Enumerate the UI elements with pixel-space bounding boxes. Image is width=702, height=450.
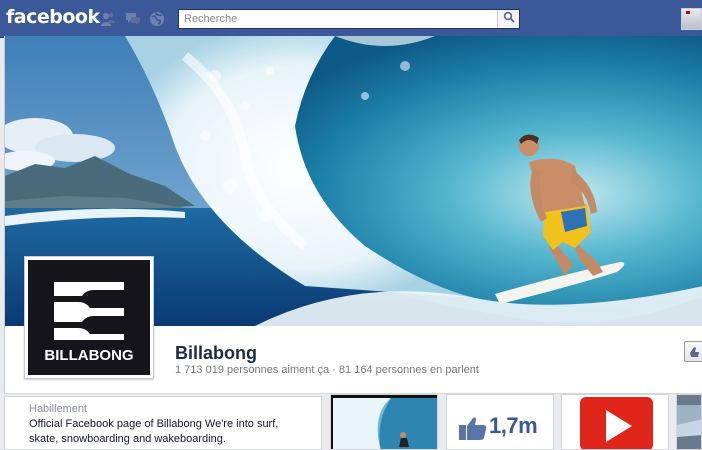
videos-tile[interactable] (561, 394, 669, 450)
likes-count: 1,7m (489, 413, 538, 438)
messages-icon[interactable] (125, 11, 141, 27)
search-box (178, 9, 520, 29)
likes-stat[interactable]: 1 713 019 personnes aiment ça (175, 364, 329, 376)
talking-about-stat[interactable]: 81 164 personnes en parlent (339, 364, 479, 376)
search-icon (503, 10, 515, 28)
page-description: Official Facebook page of Billabong We'r… (29, 418, 279, 445)
stat-separator: · (332, 364, 336, 376)
like-page-button[interactable] (684, 341, 702, 362)
more-apps-tile[interactable] (676, 394, 702, 450)
page-category[interactable]: Habillement (29, 402, 297, 416)
likes-tile[interactable]: 1,7m (446, 394, 554, 450)
facebook-logo[interactable]: facebook (6, 6, 100, 28)
profile-picture[interactable]: BILLABONG (24, 256, 154, 379)
search-input[interactable] (179, 10, 497, 28)
billabong-logo-image: BILLABONG (28, 260, 150, 375)
profile-logo-text: BILLABONG (44, 347, 133, 364)
friend-requests-icon[interactable] (100, 11, 116, 27)
page-stats: 1 713 019 personnes aiment ça · 81 164 p… (175, 364, 479, 376)
page-title[interactable]: Billabong (175, 343, 257, 364)
like-thumb-icon (459, 416, 487, 445)
notifications-icon[interactable] (149, 11, 165, 27)
user-avatar[interactable] (681, 8, 702, 30)
top-navigation-bar: facebook (0, 0, 702, 38)
search-button[interactable] (497, 10, 519, 28)
photos-tile[interactable] (330, 394, 438, 450)
about-box: Habillement Official Facebook page of Bi… (4, 396, 322, 450)
